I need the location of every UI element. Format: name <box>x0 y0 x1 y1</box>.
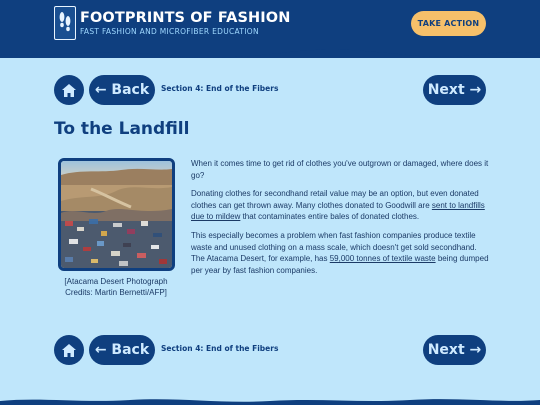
take-action-button[interactable]: TAKE ACTION <box>411 11 486 36</box>
next-button[interactable]: Next → <box>423 75 486 105</box>
header-wave-divider <box>0 44 540 58</box>
atacama-desert-photo <box>58 158 175 271</box>
caption-line-1: [Atacama Desert Photograph <box>64 277 168 286</box>
paragraph-1: When it comes time to get rid of clothes… <box>191 159 489 180</box>
landfill-figure: [Atacama Desert Photograph Credits: Mart… <box>56 158 176 298</box>
article-body: When it comes time to get rid of clothes… <box>191 158 491 283</box>
home-button-bottom[interactable] <box>54 335 84 365</box>
textile-waste-link[interactable]: 59,000 tonnes of textile waste <box>330 254 436 263</box>
next-button-bottom[interactable]: Next → <box>423 335 486 365</box>
section-label-bottom: Section 4: End of the Fibers <box>161 344 279 353</box>
paragraph-3: This especially becomes a problem when f… <box>191 230 491 276</box>
photo-caption: [Atacama Desert Photograph Credits: Mart… <box>56 276 176 298</box>
footer-wave-divider <box>0 399 540 405</box>
home-button[interactable] <box>54 75 84 105</box>
home-icon <box>62 343 76 357</box>
back-button[interactable]: ← Back <box>89 75 155 105</box>
top-navigation: ← Back Section 4: End of the Fibers Next… <box>54 75 486 105</box>
back-button-bottom[interactable]: ← Back <box>89 335 155 365</box>
bottom-navigation: ← Back Section 4: End of the Fibers Next… <box>54 335 486 365</box>
footprints-icon <box>54 6 76 40</box>
site-title: FOOTPRINTS OF FASHION <box>80 9 291 26</box>
paragraph-2-text-b: that contaminates entire bales of donate… <box>240 212 420 222</box>
section-label: Section 4: End of the Fibers <box>161 84 279 93</box>
home-icon <box>62 83 76 97</box>
brand[interactable]: FOOTPRINTS OF FASHION FAST FASHION AND M… <box>54 6 290 40</box>
page-title: To the Landfill <box>54 119 190 139</box>
paragraph-2: Donating clothes for secondhand retail v… <box>191 188 491 223</box>
caption-line-2: Credits: Martin Bernetti/AFP] <box>65 288 167 297</box>
site-subtitle: FAST FASHION AND MICROFIBER EDUCATION <box>80 26 259 36</box>
